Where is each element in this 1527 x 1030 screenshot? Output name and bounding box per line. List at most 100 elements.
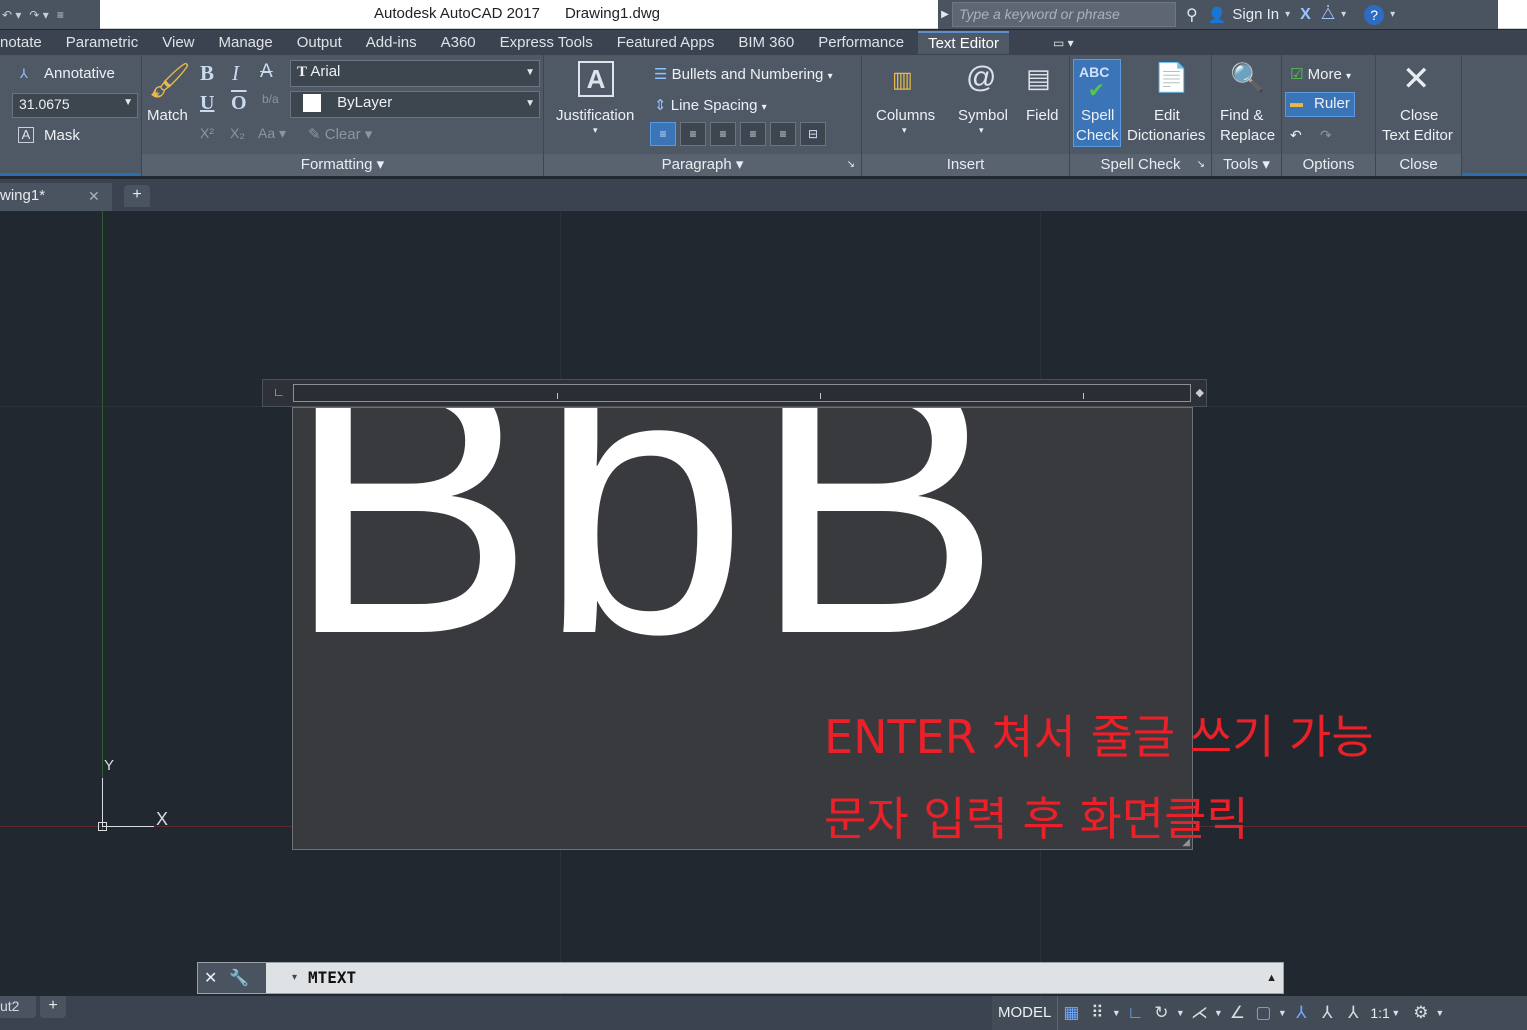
recent-commands-icon[interactable]: ▾ bbox=[292, 972, 297, 983]
redo-icon[interactable]: ↷ ▾ bbox=[29, 8, 48, 22]
search-input[interactable]: Type a keyword or phrase bbox=[952, 2, 1176, 27]
combine-paragraphs-button[interactable]: ⊟ bbox=[800, 122, 826, 146]
auto-scale-icon[interactable]: ⅄ bbox=[1314, 1003, 1340, 1023]
justify-button[interactable]: ≡ bbox=[740, 122, 766, 146]
edit-dictionaries-button[interactable]: Edit bbox=[1154, 107, 1180, 124]
italic-button[interactable]: I bbox=[232, 61, 239, 86]
undo-icon[interactable]: ↶ ▾ bbox=[2, 8, 21, 22]
ruler-width-handle-icon[interactable]: ◆ bbox=[1196, 386, 1204, 399]
text-editor-ruler[interactable]: ∟ ◆ bbox=[262, 379, 1207, 407]
symbol-button[interactable]: Symbol bbox=[958, 107, 1008, 124]
panel-launcher-icon[interactable]: ↘ bbox=[847, 154, 855, 176]
close-icon[interactable]: ✕ bbox=[204, 968, 217, 988]
change-case-button[interactable]: Aa ▾ bbox=[258, 125, 286, 142]
tab-a360[interactable]: A360 bbox=[441, 34, 476, 51]
new-tab-button[interactable]: + bbox=[124, 185, 150, 207]
text-height-input[interactable]: 31.0675 ▼ bbox=[12, 93, 138, 118]
tab-manage[interactable]: Manage bbox=[219, 34, 273, 51]
add-layout-button[interactable]: + bbox=[40, 996, 66, 1018]
command-line[interactable]: ✕ 🔧 ▾ MTEXT ▲ bbox=[197, 962, 1284, 994]
superscript-icon[interactable]: X² bbox=[200, 125, 214, 141]
columns-icon[interactable]: ▥ bbox=[892, 67, 913, 93]
match-button[interactable]: Match bbox=[147, 107, 188, 124]
scale-dropdown-icon[interactable]: ▼ bbox=[1390, 1008, 1402, 1018]
spell-check-button[interactable]: ABC ✔ Spell Check bbox=[1073, 59, 1121, 147]
close-text-editor-button[interactable]: Close bbox=[1400, 107, 1438, 124]
exchange-apps-icon[interactable]: X bbox=[1300, 6, 1311, 24]
close-tab-icon[interactable]: ✕ bbox=[88, 188, 100, 205]
qat-menu-icon[interactable]: ≡ bbox=[57, 8, 64, 22]
match-properties-icon[interactable]: 🖌 bbox=[148, 61, 191, 101]
snap-icon[interactable]: ⠿ bbox=[1084, 1003, 1110, 1023]
tab-add-ins[interactable]: Add-ins bbox=[366, 34, 417, 51]
help-icon[interactable]: ? bbox=[1364, 4, 1385, 25]
polar-dropdown-icon[interactable]: ▼ bbox=[1174, 1008, 1186, 1018]
model-space-button[interactable]: MODEL bbox=[992, 996, 1059, 1030]
ribbon-display-toggle-icon[interactable]: ▭ ▾ bbox=[1053, 36, 1074, 50]
tab-performance[interactable]: Performance bbox=[818, 34, 904, 51]
columns-button[interactable]: Columns bbox=[876, 107, 935, 124]
overline-button[interactable]: O bbox=[231, 92, 247, 115]
polar-icon[interactable]: ↻ bbox=[1148, 1003, 1174, 1023]
close-icon[interactable]: ✕ bbox=[1402, 59, 1431, 99]
tab-view[interactable]: View bbox=[162, 34, 194, 51]
edit-dictionaries-label[interactable]: Dictionaries bbox=[1127, 127, 1205, 144]
tab-featured-apps[interactable]: Featured Apps bbox=[617, 34, 715, 51]
tab-output[interactable]: Output bbox=[297, 34, 342, 51]
layout-tab[interactable]: ut2 bbox=[0, 996, 36, 1018]
panel-launcher-icon[interactable]: ↘ bbox=[1197, 154, 1205, 176]
find-replace-button[interactable]: Find & bbox=[1220, 107, 1263, 124]
grid-icon[interactable]: ▦ bbox=[1058, 1003, 1084, 1023]
close-text-editor-label[interactable]: Text Editor bbox=[1382, 127, 1453, 144]
annotation-scale-value[interactable]: 1:1 bbox=[1370, 1005, 1389, 1021]
justification-button[interactable]: Justification bbox=[556, 107, 634, 124]
workspace-dropdown-icon[interactable]: ▼ bbox=[1434, 1008, 1446, 1018]
panel-title-spell-check[interactable]: Spell Check ↘ bbox=[1070, 154, 1211, 176]
sign-in-dropdown-icon[interactable]: ▾ bbox=[1285, 9, 1290, 20]
annotative-button[interactable]: Annotative bbox=[44, 65, 115, 82]
font-select[interactable]: T Arial ▼ bbox=[290, 60, 540, 87]
object-snap-icon[interactable]: ▢ bbox=[1250, 1003, 1276, 1023]
underline-button[interactable]: U bbox=[200, 92, 214, 115]
panel-title-tools[interactable]: Tools ▾ bbox=[1212, 154, 1281, 176]
align-right-button[interactable]: ≡ bbox=[710, 122, 736, 146]
stack-icon[interactable]: b/a bbox=[262, 92, 279, 106]
distribute-button[interactable]: ≡ bbox=[770, 122, 796, 146]
find-replace-label[interactable]: Replace bbox=[1220, 127, 1275, 144]
tab-text-editor[interactable]: Text Editor bbox=[918, 31, 1009, 54]
document-tab[interactable]: wing1* ✕ bbox=[0, 183, 112, 211]
search-expand-icon[interactable]: ▶ bbox=[938, 0, 952, 29]
justification-dropdown-icon[interactable]: ▾ bbox=[593, 125, 598, 136]
clear-button[interactable]: ✎ Clear ▾ bbox=[308, 125, 372, 143]
color-select[interactable]: ByLayer ▼ bbox=[290, 91, 540, 118]
drawing-canvas[interactable]: Y X ∟ ◆ BbB ◢ ENTER 쳐서 줄글 쓰기 가능 문자 입력 후 … bbox=[0, 211, 1527, 996]
isodraft-icon[interactable]: ⋌ bbox=[1186, 1003, 1212, 1023]
justification-icon[interactable]: A bbox=[578, 61, 614, 97]
more-button[interactable]: ☑ More ▾ bbox=[1290, 65, 1351, 83]
tab-stop-icon[interactable]: ∟ bbox=[273, 385, 285, 399]
command-text[interactable]: MTEXT bbox=[308, 968, 356, 987]
line-spacing-button[interactable]: ⇕ Line Spacing ▾ bbox=[654, 96, 767, 114]
symbol-icon[interactable]: @ bbox=[966, 61, 996, 95]
undo-icon[interactable]: ↶ bbox=[1290, 127, 1302, 144]
panel-title-formatting[interactable]: Formatting ▾ bbox=[142, 154, 543, 176]
find-replace-icon[interactable]: 🔍 bbox=[1230, 61, 1265, 94]
ortho-icon[interactable]: ∟ bbox=[1122, 1003, 1148, 1023]
help-dropdown-icon[interactable]: ▾ bbox=[1390, 9, 1395, 20]
annotation-scale-icon[interactable]: ⅄ bbox=[1340, 1003, 1366, 1023]
tab-express-tools[interactable]: Express Tools bbox=[500, 34, 593, 51]
a360-dropdown-icon[interactable]: ▾ bbox=[1341, 9, 1346, 20]
bullets-numbering-button[interactable]: ☰ Bullets and Numbering ▾ bbox=[654, 65, 833, 83]
mtext-content[interactable]: BbB bbox=[293, 408, 1006, 691]
dictionary-icon[interactable]: 📄 bbox=[1154, 61, 1189, 94]
object-snap-dropdown-icon[interactable]: ▼ bbox=[1276, 1008, 1288, 1018]
isodraft-dropdown-icon[interactable]: ▼ bbox=[1212, 1008, 1224, 1018]
annotation-visibility-icon[interactable]: ⅄ bbox=[1288, 1003, 1314, 1023]
tab-annotate[interactable]: notate bbox=[0, 34, 42, 51]
strikethrough-icon[interactable]: A bbox=[260, 61, 273, 83]
gear-icon[interactable]: ⚙ bbox=[1408, 1003, 1434, 1023]
ruler-strip[interactable] bbox=[293, 384, 1191, 402]
sign-in-button[interactable]: 👤 Sign In bbox=[1208, 6, 1279, 24]
symbol-dropdown-icon[interactable]: ▾ bbox=[979, 125, 984, 136]
command-history-icon[interactable]: ▲ bbox=[1266, 972, 1277, 984]
